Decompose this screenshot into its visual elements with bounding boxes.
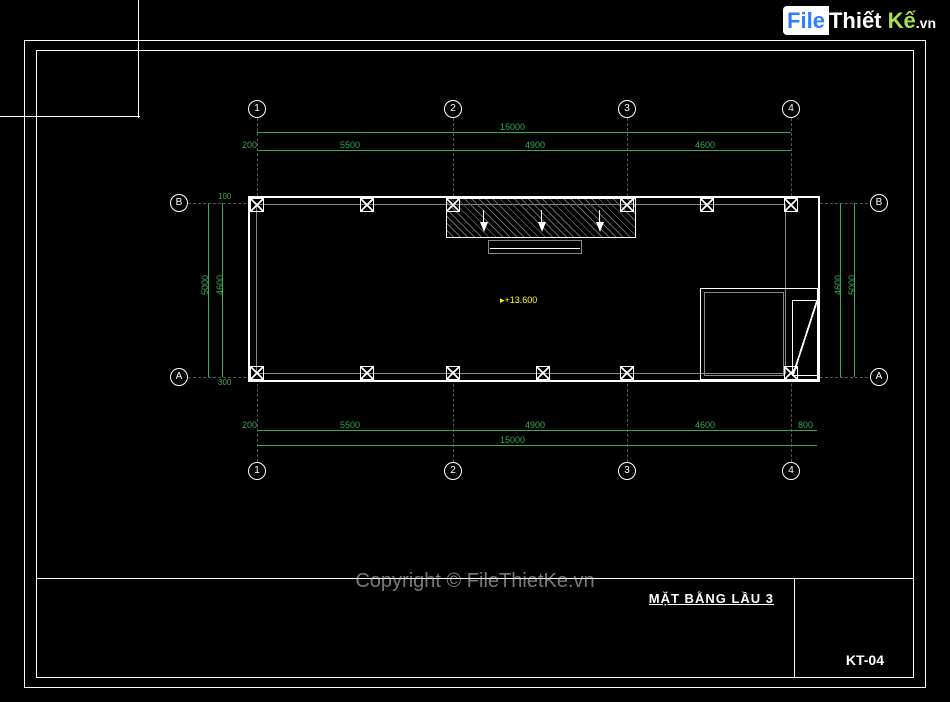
dim-cols-top bbox=[257, 150, 791, 151]
dim-edge-bot-left: 300 bbox=[218, 378, 231, 387]
col-3A bbox=[620, 366, 634, 380]
dim-left-edge-top: 200 bbox=[242, 140, 257, 150]
dim-1-2-top: 5500 bbox=[340, 140, 360, 150]
grid-bubble-B-left: B bbox=[170, 194, 188, 212]
dim-3-4-top: 4600 bbox=[695, 140, 715, 150]
floor-plan: 1 2 3 4 1 2 3 4 B A B A 15000 5500 4900 … bbox=[100, 70, 900, 520]
grid-bubble-4-bot: 4 bbox=[782, 462, 800, 480]
grid-bubble-2-bot: 2 bbox=[444, 462, 462, 480]
dim-left-edge-bot: 200 bbox=[242, 420, 257, 430]
dim-3-4-bot: 4600 bbox=[695, 420, 715, 430]
dim-row-right-text: 4600 bbox=[833, 275, 843, 295]
sheet-box: KT-04 bbox=[794, 579, 914, 678]
feature-box bbox=[488, 240, 582, 254]
dim-overall-bot bbox=[257, 445, 817, 446]
grid-bubble-1-top: 1 bbox=[248, 100, 266, 118]
grid-bubble-A-right: A bbox=[870, 368, 888, 386]
arrow-2 bbox=[538, 222, 546, 232]
dim-overall-top-text: 15000 bbox=[500, 122, 525, 132]
crosshair-vertical bbox=[138, 0, 139, 118]
arrow-3 bbox=[596, 222, 604, 232]
logo-ke: Kế bbox=[888, 8, 916, 33]
col-2A bbox=[446, 366, 460, 380]
grid-bubble-3-bot: 3 bbox=[618, 462, 636, 480]
col-4B bbox=[784, 198, 798, 212]
dim-row-left-text: 4600 bbox=[215, 275, 225, 295]
watermark-logo: FileThiết Kế.vn bbox=[783, 8, 936, 34]
grid-bubble-B-right: B bbox=[870, 194, 888, 212]
dim-2-3-top: 4900 bbox=[525, 140, 545, 150]
dim-cols-bot bbox=[257, 430, 817, 431]
arrow-1 bbox=[480, 222, 488, 232]
dim-edge-top-left: 100 bbox=[218, 192, 231, 201]
title-block: MẶT BẰNG LẦU 3 KT-04 bbox=[36, 578, 914, 678]
col-mid1-A bbox=[360, 366, 374, 380]
drawing-title: MẶT BẰNG LẦU 3 bbox=[649, 591, 774, 606]
stair-void-inner bbox=[704, 292, 784, 376]
crosshair-horizontal bbox=[0, 116, 140, 117]
elevation-value: +13.600 bbox=[505, 295, 538, 305]
elevation-mark: ▸+13.600 bbox=[500, 295, 537, 306]
grid-bubble-A-left: A bbox=[170, 368, 188, 386]
col-3B bbox=[620, 198, 634, 212]
dim-overall-top bbox=[257, 132, 791, 133]
col-mid-A bbox=[536, 366, 550, 380]
watermark-copyright: Copyright © FileThietKe.vn bbox=[355, 570, 594, 593]
col-mid1-B bbox=[360, 198, 374, 212]
grid-bubble-4-top: 4 bbox=[782, 100, 800, 118]
logo-vn: .vn bbox=[916, 15, 936, 31]
logo-file: File bbox=[783, 6, 829, 35]
col-mid2-B bbox=[700, 198, 714, 212]
grid-bubble-1-bot: 1 bbox=[248, 462, 266, 480]
col-2B bbox=[446, 198, 460, 212]
sheet-number: KT-04 bbox=[846, 652, 884, 668]
logo-thiet: Thiết bbox=[829, 8, 882, 33]
dim-1-2-bot: 5500 bbox=[340, 420, 360, 430]
stair-ext bbox=[792, 300, 818, 376]
dim-overall-left-text: 5000 bbox=[200, 275, 210, 295]
dim-right-ext-bot: 800 bbox=[798, 420, 813, 430]
dim-overall-right-text: 5000 bbox=[847, 275, 857, 295]
dim-2-3-bot: 4900 bbox=[525, 420, 545, 430]
col-1A bbox=[250, 366, 264, 380]
grid-bubble-3-top: 3 bbox=[618, 100, 636, 118]
grid-bubble-2-top: 2 bbox=[444, 100, 462, 118]
col-1B bbox=[250, 198, 264, 212]
dim-overall-bot-text: 15000 bbox=[500, 435, 525, 445]
